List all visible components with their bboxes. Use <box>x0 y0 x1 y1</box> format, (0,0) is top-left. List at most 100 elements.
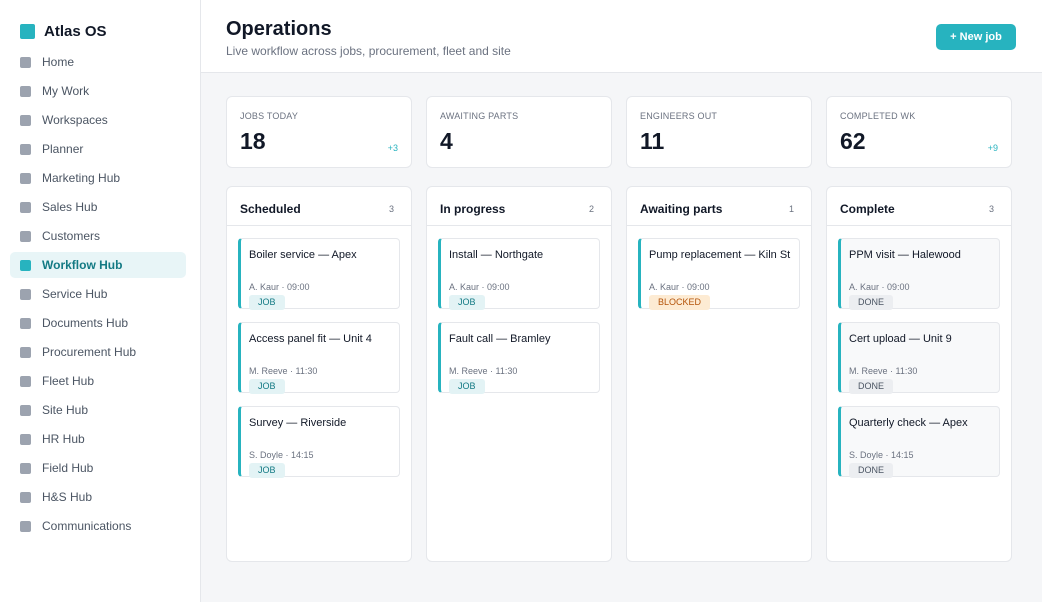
status-badge: DONE <box>849 295 894 310</box>
sidebar-item-label: Field Hub <box>42 461 94 475</box>
sidebar-item-label: Planner <box>42 142 84 156</box>
job-card-meta: M. Reeve · 11:30 <box>249 366 318 376</box>
sidebar-item-label: Customers <box>42 229 101 243</box>
status-badge: DONE <box>849 379 894 394</box>
column-header: Scheduled 3 <box>227 187 411 226</box>
job-card-title: Cert upload — Unit 9 <box>849 333 952 345</box>
sidebar-item-marketing-hub[interactable]: Marketing Hub <box>10 165 186 191</box>
sidebar-item-hr-hub[interactable]: HR Hub <box>10 426 186 452</box>
column-count: 2 <box>588 204 594 214</box>
sidebar-item-documents-hub[interactable]: Documents Hub <box>10 310 186 336</box>
job-card[interactable]: Access panel fit — Unit 4 M. Reeve · 11:3… <box>238 322 400 394</box>
sidebar-item-label: Documents Hub <box>42 316 129 330</box>
job-card[interactable]: Install — Northgate A. Kaur · 09:00 JOB <box>438 238 600 310</box>
sidebar-item-label: Procurement Hub <box>42 345 137 359</box>
sidebar-item-my-work[interactable]: My Work <box>10 78 186 104</box>
stat-value: 4 <box>440 128 453 154</box>
sidebar-item-workflow-hub[interactable]: Workflow Hub <box>10 252 186 278</box>
job-card-title: Pump replacement — Kiln St <box>649 249 791 261</box>
sidebar-item-sales-hub[interactable]: Sales Hub <box>10 194 186 220</box>
kanban-column-scheduled: Scheduled 3 Boiler service — Apex A. Kaur ·… <box>226 186 412 562</box>
nav-square-icon <box>20 201 31 213</box>
job-card-title: Install — Northgate <box>449 249 544 261</box>
nav-square-icon <box>20 491 31 503</box>
sidebar: Atlas OS Home My Work Workspaces Planner Mar… <box>0 0 201 602</box>
stat-card-awaiting-parts: Awaiting parts 4 <box>426 96 612 168</box>
stat-card-jobs-today: Jobs today 18 +3 <box>226 96 412 168</box>
sidebar-item-label: My Work <box>42 84 90 98</box>
job-card[interactable]: Pump replacement — Kiln St A. Kaur · 09:0… <box>638 238 800 310</box>
sidebar-item-label: Home <box>42 55 75 69</box>
stat-label: Engineers out <box>640 111 718 121</box>
page-header: Operations Live workflow across jobs, pr… <box>201 0 1042 73</box>
new-job-button[interactable]: + New job <box>936 24 1016 50</box>
job-card[interactable]: Survey — Riverside S. Doyle · 14:15 JOB <box>238 406 400 478</box>
kanban-column-awaiting-parts: Awaiting parts 1 Pump replacement — Kiln S… <box>626 186 812 562</box>
sidebar-item-label: HR Hub <box>42 432 85 446</box>
nav-square-icon <box>20 375 31 387</box>
stat-label: Completed wk <box>840 111 916 121</box>
job-card[interactable]: Quarterly check — Apex S. Doyle · 14:15 DO… <box>838 406 1000 478</box>
status-badge: JOB <box>249 463 285 478</box>
nav-square-icon <box>20 143 31 155</box>
page-subtitle: Live workflow across jobs, procurement, … <box>226 44 511 58</box>
brand-logo-icon <box>20 23 35 39</box>
job-card-meta: M. Reeve · 11:30 <box>849 366 918 376</box>
stat-card-engineers-out: Engineers out 11 <box>626 96 812 168</box>
job-card[interactable]: Boiler service — Apex A. Kaur · 09:00 JOB <box>238 238 400 310</box>
job-card-meta: A. Kaur · 09:00 <box>449 282 510 292</box>
nav-square-icon <box>20 259 31 271</box>
nav-square-icon <box>20 56 31 68</box>
nav-square-icon <box>20 85 31 97</box>
nav-square-icon <box>20 520 31 532</box>
job-card[interactable]: Cert upload — Unit 9 M. Reeve · 11:30 DONE <box>838 322 1000 394</box>
sidebar-item-hands-hub[interactable]: H&S Hub <box>10 484 186 510</box>
stat-delta: +3 <box>387 143 398 153</box>
nav-square-icon <box>20 114 31 126</box>
status-badge: BLOCKED <box>649 295 711 310</box>
kanban-column-in-progress: In progress 2 Install — Northgate A. Kaur ·… <box>426 186 612 562</box>
sidebar-item-field-hub[interactable]: Field Hub <box>10 455 186 481</box>
job-card-meta: A. Kaur · 09:00 <box>849 282 910 292</box>
sidebar-nav: Home My Work Workspaces Planner Marketing Hu… <box>10 49 186 542</box>
status-badge: DONE <box>849 463 894 478</box>
job-card-title: PPM visit — Halewood <box>849 249 961 261</box>
sidebar-item-procurement-hub[interactable]: Procurement Hub <box>10 339 186 365</box>
stat-value: 62 <box>840 128 866 154</box>
stat-label: Awaiting parts <box>440 111 519 121</box>
sidebar-item-customers[interactable]: Customers <box>10 223 186 249</box>
sidebar-item-communications[interactable]: Communications <box>10 513 186 539</box>
column-header: Awaiting parts 1 <box>627 187 811 226</box>
column-count: 3 <box>988 204 994 214</box>
nav-square-icon <box>20 404 31 416</box>
job-card-title: Fault call — Bramley <box>449 333 551 345</box>
job-card-title: Quarterly check — Apex <box>849 417 968 429</box>
sidebar-item-fleet-hub[interactable]: Fleet Hub <box>10 368 186 394</box>
column-title: Complete <box>840 202 895 216</box>
sidebar-item-service-hub[interactable]: Service Hub <box>10 281 186 307</box>
sidebar-item-site-hub[interactable]: Site Hub <box>10 397 186 423</box>
sidebar-item-home[interactable]: Home <box>10 49 186 75</box>
nav-square-icon <box>20 346 31 358</box>
kanban-column-complete: Complete 3 PPM visit — Halewood A. Kaur · 0… <box>826 186 1012 562</box>
column-header: Complete 3 <box>827 187 1011 226</box>
sidebar-item-workspaces[interactable]: Workspaces <box>10 107 186 133</box>
job-card-title: Access panel fit — Unit 4 <box>249 333 372 345</box>
brand[interactable]: Atlas OS <box>20 22 107 40</box>
job-card-meta: S. Doyle · 14:15 <box>249 450 314 460</box>
job-card-title: Survey — Riverside <box>249 417 347 429</box>
sidebar-item-label: Fleet Hub <box>42 374 95 388</box>
sidebar-item-label: Communications <box>42 519 132 533</box>
status-badge: JOB <box>449 295 485 310</box>
job-card[interactable]: PPM visit — Halewood A. Kaur · 09:00 DONE <box>838 238 1000 310</box>
nav-square-icon <box>20 172 31 184</box>
sidebar-item-label: Workspaces <box>42 113 108 127</box>
job-card-meta: M. Reeve · 11:30 <box>449 366 518 376</box>
job-card-title: Boiler service — Apex <box>249 249 357 261</box>
nav-square-icon <box>20 433 31 445</box>
sidebar-item-label: Sales Hub <box>42 200 98 214</box>
sidebar-item-planner[interactable]: Planner <box>10 136 186 162</box>
nav-square-icon <box>20 317 31 329</box>
column-title: Awaiting parts <box>640 202 723 216</box>
job-card[interactable]: Fault call — Bramley M. Reeve · 11:30 JOB <box>438 322 600 394</box>
